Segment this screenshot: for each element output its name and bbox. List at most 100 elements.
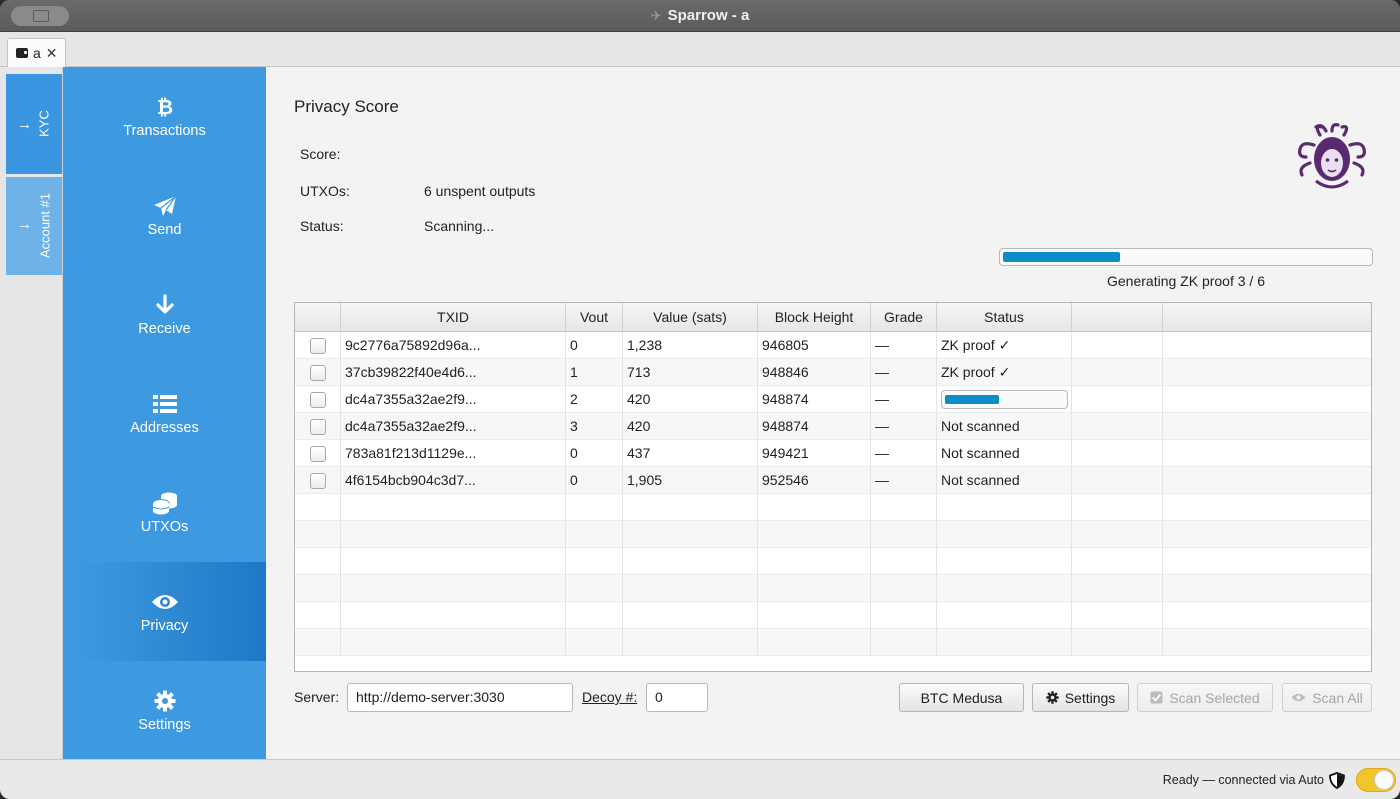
column-header-extra-1[interactable] xyxy=(1072,303,1163,332)
empty-cell xyxy=(341,521,566,548)
status-bar: Ready — connected via Auto xyxy=(0,759,1400,799)
row-progress-fill xyxy=(945,395,999,404)
account-tab-kyc[interactable]: → KYC xyxy=(6,74,62,174)
row-checkbox[interactable] xyxy=(310,446,326,462)
empty-cell xyxy=(1072,575,1163,602)
row-checkbox[interactable] xyxy=(310,392,326,408)
table-row[interactable]: dc4a7355a32ae2f9... 3 420 948874— Not scanne… xyxy=(295,413,1371,440)
empty-cell xyxy=(1072,521,1163,548)
grade-cell: — xyxy=(871,359,937,386)
sidebar-item-addresses[interactable]: Addresses xyxy=(63,364,266,463)
block-height-cell: 948874 xyxy=(758,413,871,440)
window-title-text: Sparrow - a xyxy=(667,7,750,24)
sidebar-item-utxos[interactable]: UTXOs xyxy=(63,463,266,562)
empty-cell xyxy=(295,602,341,629)
tab-wallet-a[interactable]: a ✕ xyxy=(7,38,66,67)
table-row xyxy=(295,521,1371,548)
sparrow-icon: ✈ xyxy=(650,8,662,23)
window-title: ✈ Sparrow - a xyxy=(0,7,1400,24)
sidebar-item-privacy[interactable]: Privacy xyxy=(77,562,266,661)
shield-icon[interactable] xyxy=(1329,772,1345,789)
sidebar-item-send[interactable]: Send xyxy=(63,166,266,265)
block-height-cell: 948874 xyxy=(758,386,871,413)
column-header-grade[interactable]: Grade xyxy=(871,303,937,332)
extra-cell xyxy=(1072,359,1163,386)
column-header-extra-2[interactable] xyxy=(1163,303,1371,332)
table-row xyxy=(295,575,1371,602)
value-cell: 713 xyxy=(623,359,758,386)
empty-cell xyxy=(871,521,937,548)
eye-icon xyxy=(63,590,266,614)
table-row xyxy=(295,602,1371,629)
empty-cell xyxy=(341,629,566,656)
status-label: Status: xyxy=(300,218,344,234)
sidebar-item-settings[interactable]: Settings xyxy=(63,661,266,760)
decoy-input[interactable]: 0 xyxy=(646,683,708,712)
sidebar-item-receive[interactable]: Receive xyxy=(63,265,266,364)
server-input[interactable]: http://demo-server:3030 xyxy=(347,683,573,712)
scan-all-button[interactable]: Scan All xyxy=(1282,683,1372,712)
empty-cell xyxy=(871,548,937,575)
extra-cell xyxy=(1163,440,1371,467)
privacy-panel: Privacy Score Score: UTXOs: 6 unspent ou… xyxy=(266,67,1400,759)
empty-cell xyxy=(937,629,1072,656)
sidebar-item-label: UTXOs xyxy=(140,519,189,535)
tab-label: a xyxy=(33,45,41,61)
settings-button[interactable]: Settings xyxy=(1032,683,1129,712)
txid-cell: dc4a7355a32ae2f9... xyxy=(341,413,566,440)
page-title: Privacy Score xyxy=(294,97,399,116)
extra-cell xyxy=(1072,386,1163,413)
column-header-block-height[interactable]: Block Height xyxy=(758,303,871,332)
empty-cell xyxy=(1072,494,1163,521)
arrow-right-icon: → xyxy=(17,116,32,133)
close-icon[interactable]: ✕ xyxy=(46,45,58,62)
table-row[interactable]: 37cb39822f40e4d6... 1 713 948846— ZK proof ✓ xyxy=(295,359,1371,386)
vout-cell: 3 xyxy=(566,413,623,440)
server-label: Server: xyxy=(294,689,340,705)
empty-cell xyxy=(341,575,566,602)
column-header-value[interactable]: Value (sats) xyxy=(623,303,758,332)
select-cell xyxy=(295,440,341,467)
row-checkbox[interactable] xyxy=(310,473,326,489)
btc-medusa-button[interactable]: BTC Medusa xyxy=(899,683,1024,712)
column-header-txid[interactable]: TXID xyxy=(341,303,566,332)
grade-cell: — xyxy=(871,413,937,440)
sidebar: ₿ Transactions Send Receive Addresses UT… xyxy=(63,67,266,759)
extra-cell xyxy=(1072,332,1163,359)
empty-cell xyxy=(758,548,871,575)
scan-selected-button[interactable]: Scan Selected xyxy=(1137,683,1273,712)
empty-cell xyxy=(871,629,937,656)
account-tab-account-1[interactable]: → Account #1 xyxy=(6,177,62,275)
select-cell xyxy=(295,386,341,413)
sidebar-item-transactions[interactable]: ₿ Transactions xyxy=(63,67,266,166)
empty-cell xyxy=(295,521,341,548)
table-row[interactable]: 4f6154bcb904c3d7... 0 1,905 952546— Not scan… xyxy=(295,467,1371,494)
gear-icon xyxy=(1045,691,1059,704)
txid-cell: 37cb39822f40e4d6... xyxy=(341,359,566,386)
empty-cell xyxy=(1163,602,1371,629)
column-header-select[interactable] xyxy=(295,303,341,332)
utxos-label: UTXOs: xyxy=(300,183,350,199)
select-cell xyxy=(295,467,341,494)
row-checkbox[interactable] xyxy=(310,419,326,435)
row-checkbox[interactable] xyxy=(310,338,326,354)
status-cell: ZK proof ✓ xyxy=(937,359,1072,386)
sidebar-item-label: Transactions xyxy=(123,123,206,139)
sidebar-item-label: Addresses xyxy=(130,420,199,436)
table-header: TXID Vout Value (sats) Block Height Grad… xyxy=(295,303,1371,332)
table-row[interactable]: 783a81f213d1129e... 0 437 949421— Not scanne… xyxy=(295,440,1371,467)
table-row[interactable]: dc4a7355a32ae2f9... 2 420 948874— xyxy=(295,386,1371,413)
column-header-vout[interactable]: Vout xyxy=(566,303,623,332)
scan-progress-fill xyxy=(1003,252,1120,262)
row-checkbox[interactable] xyxy=(310,365,326,381)
empty-cell xyxy=(623,629,758,656)
column-header-status[interactable]: Status xyxy=(937,303,1072,332)
empty-cell xyxy=(871,494,937,521)
grade-cell: — xyxy=(871,440,937,467)
send-icon xyxy=(63,194,266,218)
empty-cell xyxy=(341,602,566,629)
list-icon xyxy=(63,392,266,416)
connection-toggle[interactable] xyxy=(1356,768,1396,792)
table-row[interactable]: 9c2776a75892d96a... 0 1,238 946805— ZK proof… xyxy=(295,332,1371,359)
value-cell: 1,905 xyxy=(623,467,758,494)
